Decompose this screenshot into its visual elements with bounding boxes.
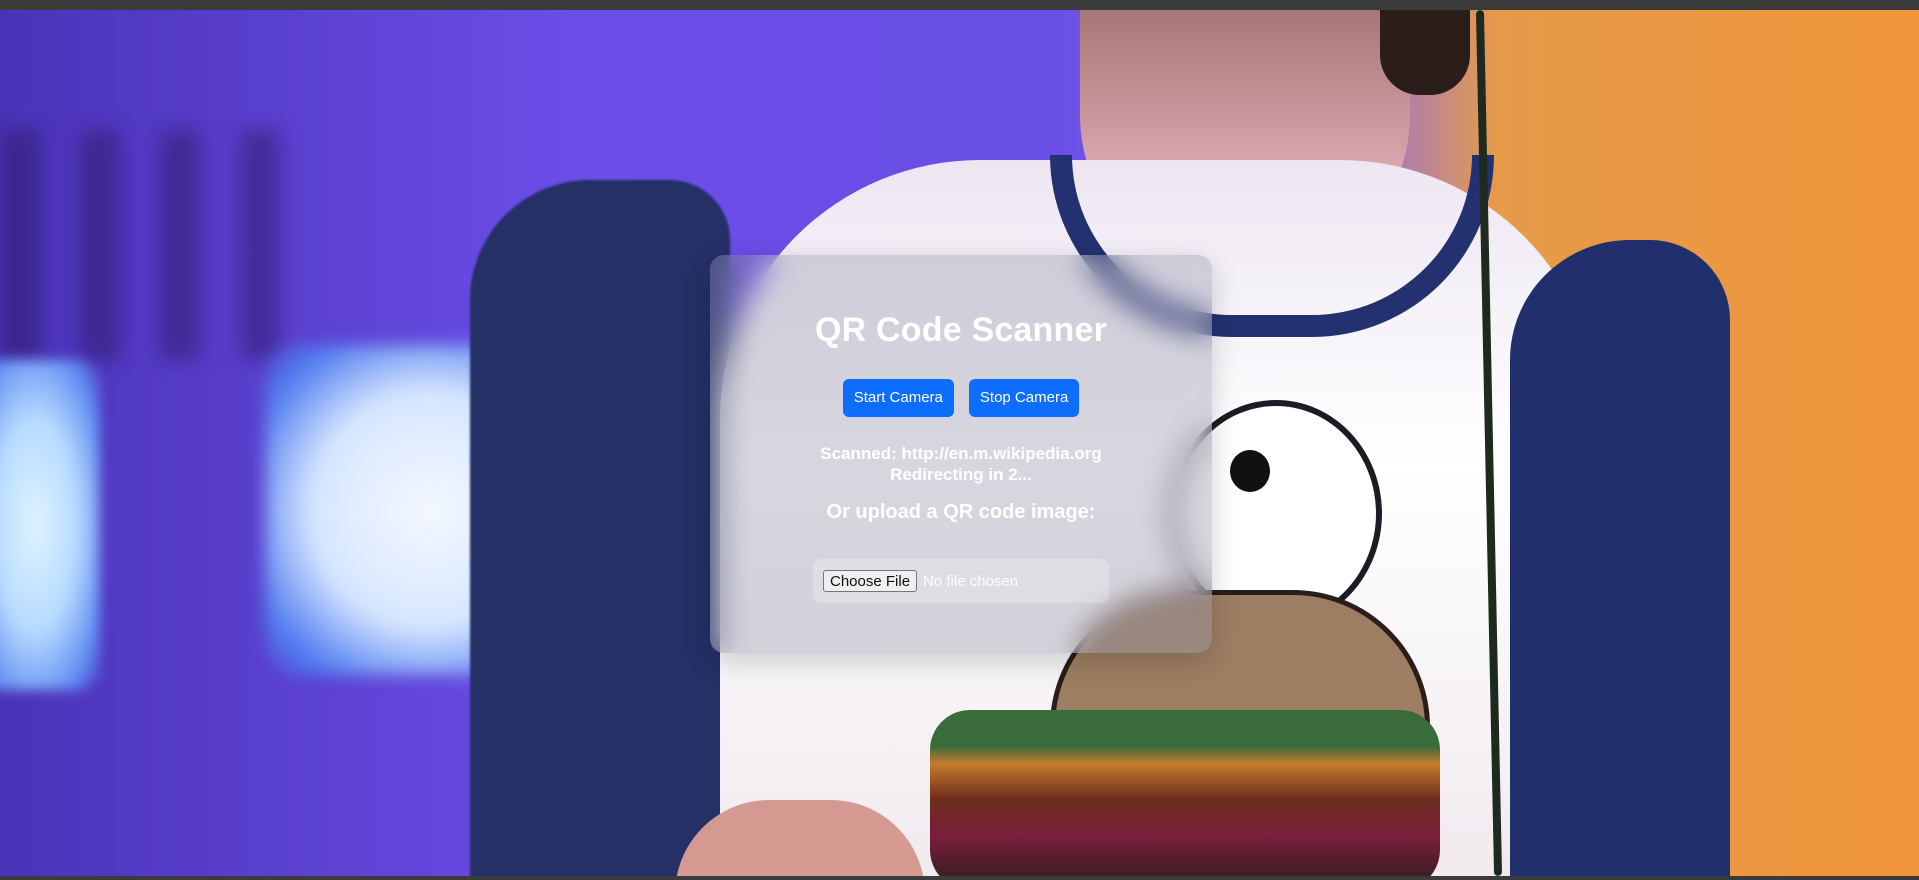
file-upload-input[interactable]: Choose File No file chosen <box>813 559 1109 603</box>
browser-bottom-bar <box>0 876 1919 880</box>
camera-controls: Start Camera Stop Camera <box>710 379 1212 417</box>
redirect-countdown: Redirecting in 2... <box>890 465 1032 484</box>
scan-result: Scanned: http://en.m.wikipedia.org Redir… <box>710 443 1212 485</box>
upload-heading: Or upload a QR code image: <box>826 501 1096 523</box>
scanner-card: QR Code Scanner Start Camera Stop Camera… <box>710 255 1212 653</box>
stop-camera-button[interactable]: Stop Camera <box>968 379 1080 417</box>
browser-top-bar <box>0 0 1919 10</box>
start-camera-button[interactable]: Start Camera <box>842 379 954 417</box>
scan-result-text: Scanned: http://en.m.wikipedia.org <box>820 444 1102 463</box>
file-status-text: No file chosen <box>923 572 1019 590</box>
page-viewport: QR Code Scanner Start Camera Stop Camera… <box>0 10 1919 876</box>
choose-file-button[interactable]: Choose File <box>823 570 918 592</box>
page-title: QR Code Scanner <box>814 311 1108 349</box>
